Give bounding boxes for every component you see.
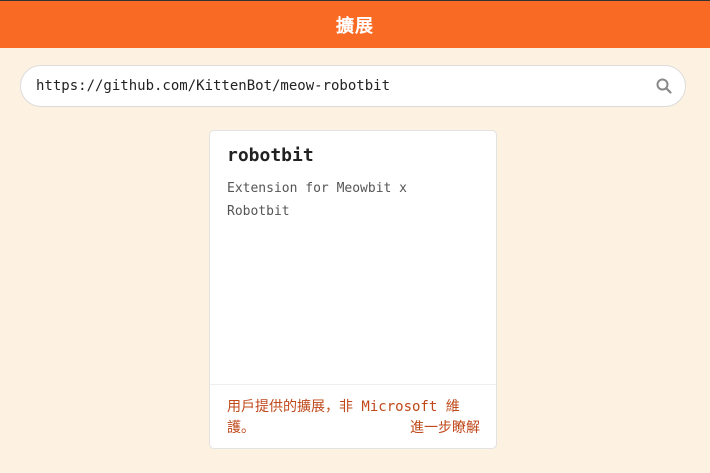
extension-description: Extension for Meowbit x Robotbit xyxy=(227,181,408,219)
search-icon[interactable] xyxy=(655,77,673,95)
extension-title: robotbit xyxy=(227,145,314,166)
search-box[interactable] xyxy=(20,65,686,107)
page-title: 擴展 xyxy=(336,15,374,37)
learn-more-link[interactable]: 進一步瞭解 xyxy=(410,418,480,439)
extension-card[interactable]: robotbit Extension for Meowbit x Robotbi… xyxy=(209,130,497,449)
search-input[interactable] xyxy=(36,66,636,106)
card-divider xyxy=(210,384,496,385)
header-bar: 擴展 xyxy=(0,0,710,48)
